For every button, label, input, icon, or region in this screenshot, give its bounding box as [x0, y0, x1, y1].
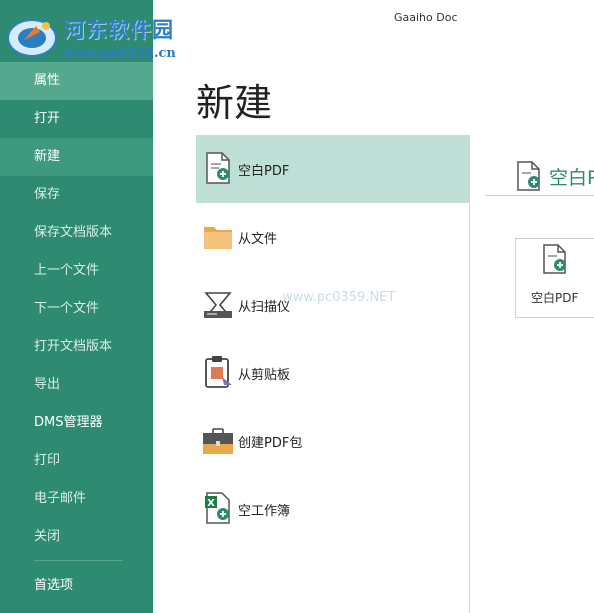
faint-watermark: www.pc0359.NET	[282, 290, 396, 305]
option-label: 从剪贴板	[238, 368, 291, 383]
blank-pdf-icon	[206, 152, 230, 184]
option-label: 从文件	[238, 232, 278, 247]
backstage-sidebar: 河东软件园 www.pc0359.cn 属性 打开 新建 保存 保存文档版本 上…	[0, 0, 176, 613]
page-title: 新建	[196, 81, 273, 125]
logo-area: 河东软件园 www.pc0359.cn	[0, 0, 176, 62]
option-blank-pdf[interactable]: 空白PDF	[196, 135, 470, 203]
sidebar-item-save-version[interactable]: 保存文档版本	[0, 214, 153, 252]
clipboard-icon	[205, 356, 232, 388]
option-label: 空白PDF	[238, 164, 290, 179]
site-logo-icon	[7, 19, 57, 57]
sidebar-item-new[interactable]: 新建	[0, 138, 153, 176]
sidebar-item-export[interactable]: 导出	[0, 366, 153, 404]
briefcase-icon	[203, 428, 233, 454]
sidebar-item-close[interactable]: 关闭	[0, 518, 153, 556]
svg-text:X: X	[207, 498, 215, 509]
new-options-list: 空白PDF 从文件 从扫描仪 从剪贴板 创建PDF包 X 空工作簿	[196, 135, 470, 613]
template-card-label: 空白PDF	[531, 291, 579, 305]
sidebar-nav: 属性 打开 新建 保存 保存文档版本 上一个文件 下一个文件 打开文档版本 导出…	[0, 62, 153, 605]
watermark-title: 河东软件园	[64, 17, 174, 42]
detail-divider	[485, 195, 594, 196]
sidebar-item-open-version[interactable]: 打开文档版本	[0, 328, 153, 366]
option-label: 创建PDF包	[238, 436, 303, 451]
option-create-pdf-package[interactable]: 创建PDF包	[196, 407, 470, 475]
blank-pdf-icon	[517, 161, 540, 191]
option-from-clipboard[interactable]: 从剪贴板	[196, 339, 470, 407]
sidebar-item-previous-file[interactable]: 上一个文件	[0, 252, 153, 290]
option-from-file[interactable]: 从文件	[196, 203, 470, 271]
scanner-icon	[204, 292, 232, 318]
blank-pdf-template-card[interactable]: 空白PDF	[515, 238, 594, 318]
folder-icon	[204, 227, 232, 249]
window-title: Gaaiho Doc	[394, 11, 458, 24]
option-empty-workbook[interactable]: X 空工作簿	[196, 475, 470, 543]
sidebar-item-save[interactable]: 保存	[0, 176, 153, 214]
sidebar-divider	[34, 560, 123, 561]
sidebar-item-open[interactable]: 打开	[0, 100, 153, 138]
sidebar-item-preferences[interactable]: 首选项	[0, 567, 153, 605]
sidebar-item-properties[interactable]: 属性	[0, 62, 153, 100]
watermark-url: www.pc0359.cn	[64, 46, 176, 61]
excel-workbook-icon: X	[205, 492, 230, 524]
sidebar-item-next-file[interactable]: 下一个文件	[0, 290, 153, 328]
detail-header: 空白PDF	[515, 160, 594, 196]
detail-header-label: 空白PDF	[549, 167, 594, 189]
sidebar-item-print[interactable]: 打印	[0, 442, 153, 480]
option-from-scanner[interactable]: 从扫描仪	[196, 271, 470, 339]
sidebar-item-email[interactable]: 电子邮件	[0, 480, 153, 518]
blank-pdf-icon	[543, 244, 566, 274]
option-label: 空工作簿	[238, 504, 291, 519]
sidebar-item-dms-manager[interactable]: DMS管理器	[0, 404, 153, 442]
